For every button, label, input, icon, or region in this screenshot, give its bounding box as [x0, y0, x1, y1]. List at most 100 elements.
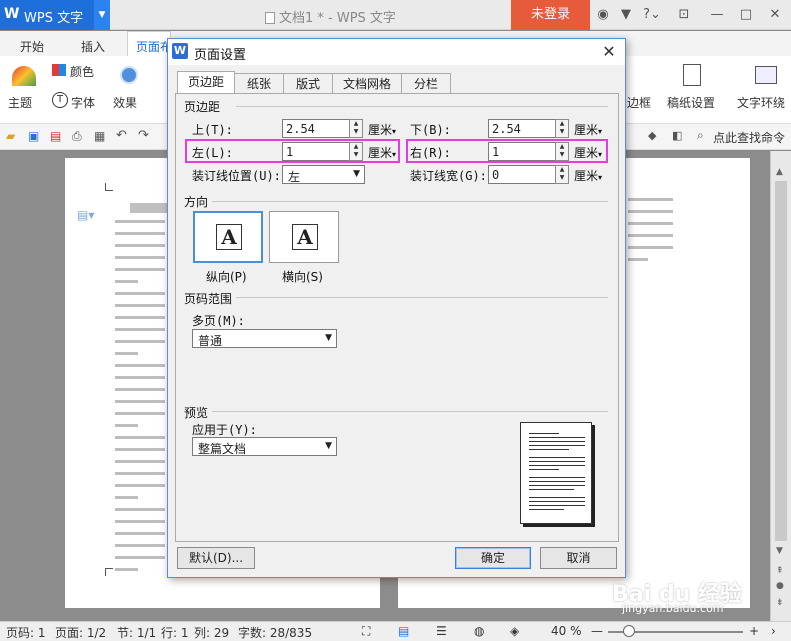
tab-layout[interactable]: 版式 — [283, 73, 333, 94]
tshirt-icon[interactable]: ▼ — [617, 6, 635, 24]
theme-button[interactable]: 主题 — [8, 94, 32, 111]
minimize-icon[interactable]: — — [708, 6, 726, 24]
ok-button[interactable]: 确定 — [455, 547, 531, 569]
apply-to-select[interactable]: 整篇文档 ▼ — [192, 437, 337, 456]
text-line — [628, 222, 673, 225]
scroll-down-icon[interactable]: ▼ — [776, 546, 783, 556]
login-button[interactable]: 未登录 — [511, 0, 590, 30]
scroll-thumb[interactable] — [775, 181, 787, 541]
tab-margins[interactable]: 页边距 — [177, 71, 235, 94]
status-row: 行: 1 — [161, 626, 189, 640]
zoom-level: 40 % — [551, 624, 582, 638]
font-button[interactable]: 字体 — [71, 94, 95, 111]
tool-icon[interactable]: ◆ — [648, 129, 656, 142]
multi-page-select[interactable]: 普通 ▼ — [192, 329, 337, 348]
portrait-option[interactable]: A — [193, 211, 263, 263]
text-line — [115, 232, 165, 235]
select-browse-icon[interactable]: ● — [776, 581, 784, 591]
section-orientation: 方向 — [184, 195, 209, 209]
top-margin-unit[interactable]: 厘米▾ — [368, 121, 396, 138]
tab-paper[interactable]: 纸张 — [234, 73, 284, 94]
color-button[interactable]: 颜色 — [70, 63, 94, 80]
restore-icon[interactable]: ⊡ — [675, 6, 693, 24]
landscape-label: 横向(S) — [282, 270, 323, 284]
right-margin-input[interactable]: 1 — [488, 142, 556, 161]
right-margin-unit[interactable]: 厘米▾ — [574, 144, 602, 161]
export-pdf-icon[interactable]: ▤ — [50, 129, 61, 143]
right-margin-spinner[interactable]: ▲ ▼ — [555, 142, 569, 161]
multi-page-label: 多页(M): — [192, 314, 245, 328]
find-command-input[interactable]: 点此查找命令 — [713, 129, 785, 146]
next-page-icon[interactable]: ⇟ — [776, 598, 784, 608]
top-margin-input[interactable]: 2.54 — [282, 119, 350, 138]
tab-insert[interactable]: 插入 — [81, 38, 105, 55]
dialog-title-bar: W 页面设置 ✕ — [168, 39, 625, 65]
page-nav-icon[interactable]: ▤▾ — [77, 208, 94, 222]
gutter-width-input[interactable]: 0 — [488, 165, 556, 184]
landscape-option[interactable]: A — [269, 211, 339, 263]
web-view-icon[interactable]: ◍ — [474, 624, 484, 638]
text-line — [115, 568, 138, 571]
zoom-slider-handle[interactable] — [623, 625, 635, 637]
chevron-down-icon[interactable]: ▼ — [94, 0, 110, 30]
document-title: 文档1 * - WPS 文字 — [265, 7, 396, 26]
text-line — [628, 258, 649, 261]
help-icon[interactable]: ?⌄ — [642, 6, 662, 24]
chevron-down-icon: ▼ — [353, 169, 360, 179]
title-bar: W WPS 文字 ▼ 文档1 * - WPS 文字 未登录 ◉ ▼ ?⌄ ⊡ —… — [0, 0, 791, 30]
manuscript-button[interactable]: 稿纸设置 — [667, 94, 715, 111]
wps-logo-icon: W — [172, 43, 188, 59]
redo-icon[interactable]: ↷ — [138, 128, 149, 143]
tab-page-layout[interactable]: 页面布 — [127, 31, 171, 56]
right-margin-label: 右(R): — [410, 146, 451, 160]
tab-doc-grid[interactable]: 文档网格 — [332, 73, 402, 94]
open-icon[interactable]: ▰ — [6, 129, 15, 143]
scroll-up-icon[interactable]: ▲ — [776, 167, 783, 177]
page-view-icon[interactable]: ▤ — [398, 624, 409, 638]
maximize-icon[interactable]: □ — [737, 6, 755, 24]
print-icon[interactable]: ⎙ — [72, 129, 82, 144]
left-margin-unit[interactable]: 厘米▾ — [368, 144, 396, 161]
tool2-icon[interactable]: ◧ — [672, 129, 682, 142]
top-margin-spinner[interactable]: ▲ ▼ — [349, 119, 363, 138]
reading-view-icon[interactable]: ◈ — [510, 624, 519, 638]
prev-page-icon[interactable]: ⇞ — [776, 566, 784, 576]
zoom-in-icon[interactable]: + — [749, 624, 759, 638]
bottom-margin-unit[interactable]: 厘米▾ — [574, 121, 602, 138]
text-line — [115, 400, 165, 403]
gutter-width-unit[interactable]: 厘米▾ — [574, 167, 602, 184]
left-margin-input[interactable]: 1 — [282, 142, 350, 161]
text-line — [115, 280, 138, 283]
status-col: 列: 29 — [194, 626, 230, 640]
skin-icon[interactable]: ◉ — [596, 6, 610, 24]
bottom-margin-input[interactable]: 2.54 — [488, 119, 556, 138]
tab-start[interactable]: 开始 — [20, 38, 44, 55]
tab-columns[interactable]: 分栏 — [401, 73, 451, 94]
undo-icon[interactable]: ↶ — [116, 128, 127, 143]
outline-view-icon[interactable]: ☰ — [436, 624, 447, 638]
fullscreen-icon[interactable]: ⛶ — [362, 624, 370, 639]
zoom-out-icon[interactable]: — — [591, 624, 603, 638]
vertical-scrollbar[interactable]: ▲ ▼ ⇞ ● ⇟ — [770, 151, 791, 621]
corner-mark — [105, 568, 113, 576]
divider — [236, 297, 608, 298]
default-button[interactable]: 默认(D)... — [177, 547, 255, 569]
preview-icon[interactable]: ▦ — [94, 129, 105, 143]
gutter-width-spinner[interactable]: ▲ ▼ — [555, 165, 569, 184]
gutter-position-select[interactable]: 左 ▼ — [282, 165, 365, 184]
theme-icon[interactable] — [12, 66, 36, 86]
app-menu-button[interactable]: W WPS 文字 ▼ — [0, 0, 110, 30]
wrap-button[interactable]: 文字环绕 — [737, 94, 785, 111]
save-icon[interactable]: ▣ — [28, 129, 39, 143]
bottom-margin-spinner[interactable]: ▲ ▼ — [555, 119, 569, 138]
left-margin-spinner[interactable]: ▲ ▼ — [349, 142, 363, 161]
chevron-right-icon[interactable]: › — [771, 624, 776, 638]
text-line — [115, 508, 165, 511]
text-line — [115, 292, 165, 295]
close-icon[interactable]: ✕ — [766, 6, 784, 24]
page-border-button[interactable]: 边框 — [627, 94, 651, 111]
close-icon[interactable]: ✕ — [598, 42, 620, 62]
effect-button[interactable]: 效果 — [113, 94, 137, 111]
text-line — [115, 556, 165, 559]
cancel-button[interactable]: 取消 — [540, 547, 617, 569]
